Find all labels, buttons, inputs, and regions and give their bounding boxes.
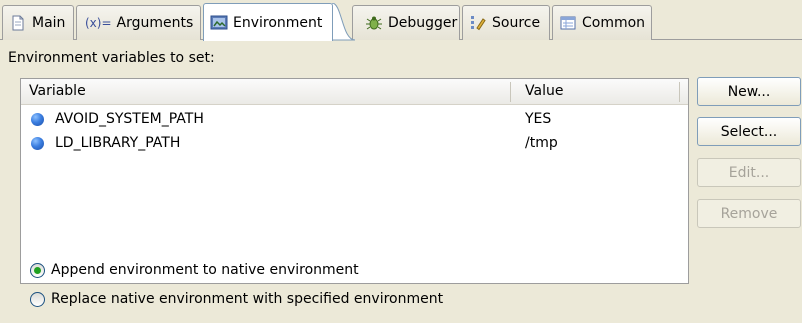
- table-row[interactable]: AVOID_SYSTEM_PATH YES: [21, 109, 688, 133]
- tab-curve-decoration: [332, 3, 356, 41]
- tab-main[interactable]: Main: [2, 5, 74, 40]
- bug-icon: [365, 14, 383, 32]
- variable-bullet-icon: [31, 137, 44, 150]
- append-radio-button[interactable]: [30, 262, 45, 278]
- arguments-icon: (x)=: [85, 16, 112, 30]
- tab-arguments-label: Arguments: [116, 15, 194, 31]
- tab-source-label: Source: [492, 15, 541, 31]
- variable-name: LD_LIBRARY_PATH: [55, 135, 181, 151]
- column-divider[interactable]: [510, 82, 511, 102]
- source-icon: [469, 14, 487, 32]
- select-button[interactable]: Select...: [697, 117, 801, 146]
- tab-main-label: Main: [32, 15, 66, 31]
- replace-radio-label: Replace native environment with specifie…: [51, 291, 444, 307]
- new-button[interactable]: New...: [697, 77, 801, 106]
- variable-bullet-icon: [31, 113, 44, 126]
- append-radio-label: Append environment to native environment: [51, 262, 359, 278]
- variable-value: /tmp: [525, 135, 558, 151]
- tab-debugger[interactable]: Debugger: [352, 5, 460, 40]
- column-header-value[interactable]: Value: [525, 83, 563, 99]
- replace-environment-option[interactable]: Replace native environment with specifie…: [30, 291, 443, 307]
- remove-button[interactable]: Remove: [697, 199, 801, 228]
- tab-environment[interactable]: Environment: [203, 3, 333, 41]
- tab-arguments[interactable]: (x)= Arguments: [76, 5, 201, 40]
- replace-radio-button[interactable]: [30, 291, 45, 307]
- section-label: Environment variables to set:: [8, 50, 215, 66]
- environment-icon: [210, 14, 228, 32]
- column-divider[interactable]: [679, 82, 680, 102]
- tab-source[interactable]: Source: [462, 5, 550, 40]
- environment-panel: Environment variables to set: Variable V…: [0, 40, 802, 323]
- table-row[interactable]: LD_LIBRARY_PATH /tmp: [21, 133, 688, 157]
- variable-value: YES: [525, 111, 552, 127]
- edit-button[interactable]: Edit...: [697, 158, 801, 187]
- variable-name: AVOID_SYSTEM_PATH: [55, 111, 204, 127]
- tab-debugger-label: Debugger: [388, 15, 458, 31]
- tab-common[interactable]: Common: [552, 5, 652, 40]
- table-header: Variable Value: [21, 79, 688, 105]
- document-icon: [9, 14, 27, 32]
- append-environment-option[interactable]: Append environment to native environment: [30, 262, 359, 278]
- tab-environment-label: Environment: [233, 14, 323, 31]
- environment-table[interactable]: Variable Value AVOID_SYSTEM_PATH YES LD_…: [20, 78, 689, 284]
- tab-common-label: Common: [582, 15, 646, 31]
- column-header-variable[interactable]: Variable: [29, 83, 86, 99]
- tab-strip: Main (x)= Arguments Environment Debugger…: [0, 0, 802, 41]
- common-icon: [559, 14, 577, 32]
